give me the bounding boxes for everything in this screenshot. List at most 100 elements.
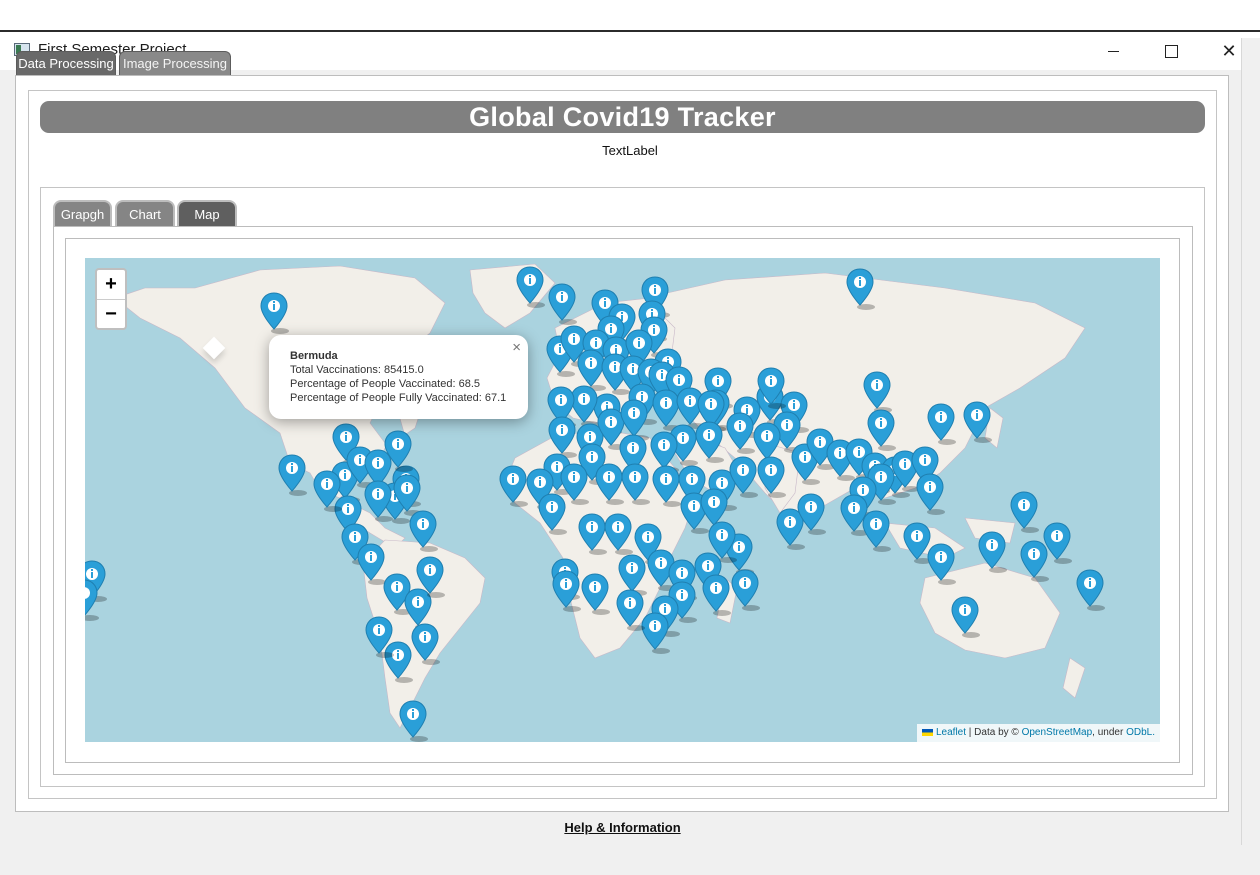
map-pin-icon — [538, 493, 567, 535]
map-marker[interactable] — [926, 402, 956, 446]
map-pin-icon — [499, 465, 528, 507]
map-marker[interactable] — [85, 578, 99, 622]
tab-chart[interactable]: Chart — [115, 200, 175, 226]
map-pin-icon — [916, 473, 945, 515]
map-marker[interactable] — [259, 291, 289, 335]
desktop-strip — [0, 0, 1260, 30]
map-pin-icon — [365, 616, 394, 658]
map-attribution: Leaflet | Data by © OpenStreetMap, under… — [916, 724, 1160, 742]
popup-close-button[interactable]: × — [512, 339, 521, 356]
map-pin-icon — [927, 403, 956, 445]
map-marker[interactable] — [415, 555, 445, 599]
maximize-icon — [1164, 44, 1178, 58]
map-marker[interactable] — [363, 479, 393, 523]
map-pin-icon — [963, 401, 992, 443]
map-pin-icon — [951, 596, 980, 638]
map-pin-icon — [702, 574, 731, 616]
map-pin-icon — [616, 589, 645, 631]
map-marker[interactable] — [620, 462, 650, 506]
map-marker[interactable] — [796, 492, 826, 536]
map-pin-icon — [862, 510, 891, 552]
map-marker[interactable] — [861, 509, 891, 553]
map-pin-icon — [757, 456, 786, 498]
attribution-under: , under — [1092, 727, 1127, 738]
map-marker[interactable] — [950, 595, 980, 639]
map-marker[interactable] — [410, 622, 440, 666]
map-marker[interactable] — [962, 400, 992, 444]
map-marker[interactable] — [615, 588, 645, 632]
map-marker[interactable] — [756, 366, 786, 410]
odbl-link[interactable]: ODbL. — [1126, 727, 1155, 738]
tab-map[interactable]: Map — [177, 200, 237, 226]
map-marker[interactable] — [537, 492, 567, 536]
tab-graph[interactable]: Grapgh — [53, 200, 112, 226]
help-information-link[interactable]: Help & Information — [0, 820, 1245, 835]
map-pin-icon — [1043, 522, 1072, 564]
map-marker[interactable] — [398, 699, 428, 742]
close-icon: ✕ — [1221, 40, 1237, 61]
tab-image-processing[interactable]: Image Processing — [119, 51, 231, 75]
map-marker[interactable] — [926, 542, 956, 586]
map-pin-icon — [548, 283, 577, 325]
map-marker[interactable] — [701, 573, 731, 617]
zoom-control: + − — [95, 268, 127, 330]
map-pin-icon — [1010, 491, 1039, 533]
map-marker[interactable] — [383, 429, 413, 473]
map-marker[interactable] — [498, 464, 528, 508]
map-pin-icon — [604, 513, 633, 555]
map-pin-icon — [364, 480, 393, 522]
popup-title: Bermuda — [290, 350, 338, 362]
map-marker[interactable] — [551, 569, 581, 613]
map-pin-icon — [260, 292, 289, 334]
map-marker[interactable] — [580, 572, 610, 616]
tab-data-processing[interactable]: Data Processing — [16, 51, 116, 75]
map-pin-icon — [278, 454, 307, 496]
map-marker[interactable] — [1042, 521, 1072, 565]
map-marker[interactable] — [1009, 490, 1039, 534]
map-marker[interactable] — [312, 469, 342, 513]
map-marker[interactable] — [547, 282, 577, 326]
minimize-button[interactable] — [1084, 32, 1142, 70]
map-pin-icon — [797, 493, 826, 535]
map-pin-icon — [85, 579, 99, 621]
map-pin-icon — [621, 463, 650, 505]
zoom-in-button[interactable]: + — [97, 270, 125, 300]
map-marker[interactable] — [915, 472, 945, 516]
map-pin-icon — [409, 510, 438, 552]
zoom-out-button[interactable]: − — [97, 300, 125, 328]
map-pin-icon — [399, 700, 428, 742]
map-marker[interactable] — [725, 411, 755, 455]
world-map[interactable]: + − × Bermuda Total Vaccinations: 85415.… — [85, 258, 1160, 742]
maximize-button[interactable] — [1142, 32, 1200, 70]
map-marker[interactable] — [728, 455, 758, 499]
page-title: Global Covid19 Tracker — [40, 101, 1205, 133]
ukraine-flag-icon — [921, 728, 933, 736]
country-popup: × Bermuda Total Vaccinations: 85415.0 Pe… — [269, 335, 528, 419]
map-marker[interactable] — [364, 615, 394, 659]
map-pin-icon — [411, 623, 440, 665]
popup-percent-fully-vaccinated: Percentage of People Fully Vaccinated: 6… — [290, 392, 507, 404]
map-marker[interactable] — [603, 512, 633, 556]
map-marker[interactable] — [977, 530, 1007, 574]
map-marker[interactable] — [845, 267, 875, 311]
map-pin-icon — [416, 556, 445, 598]
map-marker[interactable] — [408, 509, 438, 553]
osm-link[interactable]: OpenStreetMap — [1022, 727, 1093, 738]
map-marker[interactable] — [756, 455, 786, 499]
map-marker[interactable] — [1075, 568, 1105, 612]
map-marker[interactable] — [730, 568, 760, 612]
map-pin-icon — [846, 268, 875, 310]
popup-total-vaccinations: Total Vaccinations: 85415.0 — [290, 364, 424, 376]
map-marker[interactable] — [577, 512, 607, 556]
map-pin-icon — [516, 266, 545, 308]
attribution-data-by: | Data by © — [966, 727, 1022, 738]
window-side-scroll — [1241, 38, 1260, 845]
map-pin-icon — [313, 470, 342, 512]
map-marker[interactable] — [694, 420, 724, 464]
marker-layer — [85, 258, 1160, 742]
leaflet-link[interactable]: Leaflet — [936, 727, 966, 738]
map-marker[interactable] — [277, 453, 307, 497]
map-pin-icon — [581, 573, 610, 615]
map-marker[interactable] — [515, 265, 545, 309]
map-pin-icon — [1076, 569, 1105, 611]
